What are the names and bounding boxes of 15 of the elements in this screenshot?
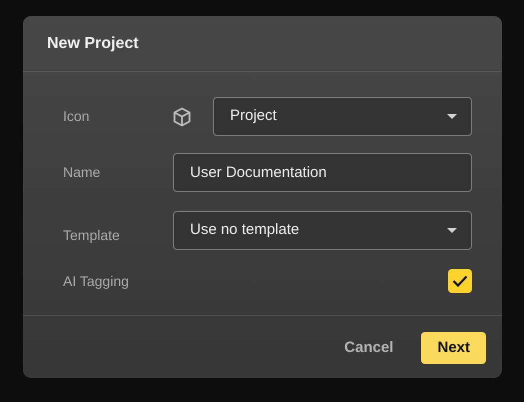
dropdown[interactable]: Project xyxy=(213,97,472,136)
name-input[interactable]: User Documentation xyxy=(173,153,472,192)
cube-icon[interactable] xyxy=(173,106,191,126)
dropdown[interactable]: Use no template xyxy=(173,211,472,250)
next-button[interactable]: Next xyxy=(421,332,486,364)
checkbox[interactable] xyxy=(448,269,472,293)
dropdown-caret-icon xyxy=(447,228,457,233)
dropdown-caret-icon xyxy=(447,114,457,119)
cancel-button[interactable]: Cancel xyxy=(344,332,394,364)
checkmark-icon xyxy=(452,275,468,287)
field-label: Name xyxy=(63,163,102,182)
field-label: AI Tagging xyxy=(63,272,130,291)
field-label: Icon xyxy=(63,107,90,126)
field-label: Template xyxy=(63,226,121,245)
dialog-title: New Project xyxy=(47,34,139,54)
